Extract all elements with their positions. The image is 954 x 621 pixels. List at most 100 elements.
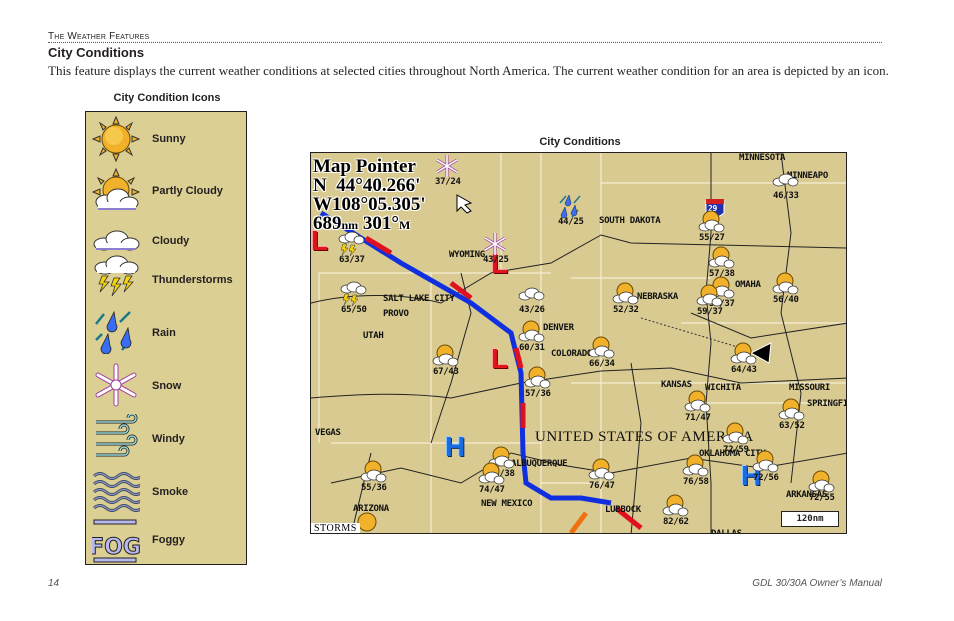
partly-cloudy-icon	[682, 454, 709, 477]
city-temperature: 72/59	[723, 445, 749, 455]
partly-cloudy-icon	[360, 460, 387, 483]
city-temperature: 56/40	[773, 295, 799, 305]
lat-prefix: N	[313, 175, 327, 196]
city-temperature: 55/36	[361, 483, 387, 493]
manual-title: GDL 30/30A Owner’s Manual	[752, 578, 882, 589]
city-temperature: 46/33	[773, 191, 799, 201]
cloudy-icon	[772, 173, 799, 187]
partly-cloudy-icon	[518, 320, 545, 343]
city-temperature: 43/25	[483, 255, 509, 265]
map-label: VEGAS	[315, 428, 341, 438]
city-temperature: 63/37	[339, 255, 365, 265]
partly-cloudy-icon	[612, 282, 639, 305]
header-rule	[48, 42, 882, 43]
partly-cloudy-icon	[778, 398, 805, 421]
partly-cloudy-icon	[696, 284, 723, 307]
legend-label: Rain	[152, 327, 176, 339]
city-temperature: 76/47	[589, 481, 615, 491]
map-label: NEW MEXICO	[481, 499, 533, 509]
legend-item-snow: Snow	[86, 360, 246, 412]
legend-item-partly-cloudy: Partly Cloudy	[86, 166, 246, 216]
legend-label: Sunny	[152, 133, 186, 145]
sunny-icon	[92, 116, 140, 162]
legend-label: Thunderstorms	[152, 274, 233, 286]
partly-cloudy-icon	[588, 336, 615, 359]
city-condition-icons-legend: Sunny Partly Cloudy Cloudy Thunderstorms…	[85, 111, 247, 565]
map-label: DENVER	[543, 323, 574, 333]
city-temperature: 82/62	[663, 517, 689, 527]
intro-paragraph: This feature displays the current weathe…	[48, 63, 889, 78]
partly-cloudy-icon	[808, 470, 835, 493]
stationary-front	[569, 511, 588, 533]
partly-cloudy-icon	[752, 450, 779, 473]
partly-cloudy-icon	[432, 344, 459, 367]
map-label: UTAH	[363, 331, 384, 341]
city-temperature: 72/56	[753, 473, 779, 483]
city-conditions-map[interactable]: 29 L L L H H MINNESOTA MINNEAPO SOUTH DA…	[310, 152, 847, 534]
longitude: 108°05.305'	[332, 194, 426, 215]
map-label: WYOMING	[449, 250, 485, 260]
page-number: 14	[48, 578, 60, 589]
map-label: LUBBOCK	[605, 505, 641, 515]
legend-item-smoke: Smoke	[86, 466, 246, 518]
partly-cloudy-icon	[772, 272, 799, 295]
distance-unit: nm	[341, 218, 359, 232]
partly-cloudy-icon	[92, 168, 140, 210]
legend-label: Cloudy	[152, 235, 190, 247]
legend-item-rain: Rain	[86, 306, 246, 360]
map-label: PROVO	[383, 309, 409, 319]
map-label: COLORADO	[551, 349, 592, 359]
city-temperature: 59/37	[697, 307, 723, 317]
partly-cloudy-icon	[588, 458, 615, 481]
distance: 689	[313, 213, 342, 234]
legend-label: Snow	[152, 380, 182, 392]
partly-cloudy-icon	[684, 390, 711, 413]
legend-label: Foggy	[152, 534, 185, 546]
thunderstorms-icon	[340, 281, 367, 307]
map-label: SALT LAKE CITY	[383, 294, 455, 304]
section-header: The Weather Features	[48, 31, 150, 42]
snow-icon	[484, 233, 506, 255]
city-temperature: 65/50	[341, 305, 367, 315]
partly-cloudy-icon	[708, 246, 735, 269]
map-scale: 120nm	[781, 511, 839, 527]
city-temperature: 71/47	[685, 413, 711, 423]
city-temperature: 43/26	[519, 305, 545, 315]
svg-text:FOG: FOG	[92, 535, 140, 560]
latitude: 44°40.266'	[336, 175, 421, 196]
city-temperature: 55/27	[699, 233, 725, 243]
map-caption: City Conditions	[539, 136, 621, 148]
storms-tag: STORMS	[311, 523, 360, 533]
map-pointer-panel: Map Pointer N 44°40.266' W108°05.305' 68…	[313, 157, 426, 235]
city-temperature: 63/52	[779, 421, 805, 431]
partly-cloudy-icon	[662, 494, 689, 517]
smoke-icon	[93, 472, 140, 512]
rain-icon	[95, 310, 132, 354]
partly-cloudy-icon	[730, 342, 757, 365]
legend-item-windy: Windy	[86, 412, 246, 466]
city-temperature: 52/32	[613, 305, 639, 315]
map-label: ALBUQUERQUE	[511, 459, 568, 469]
legend-item-foggy: FOG Foggy	[86, 516, 246, 564]
map-label: MISSOURI	[789, 383, 830, 393]
partly-cloudy-icon	[698, 210, 725, 233]
cloudy-icon	[518, 287, 545, 301]
map-label: NEBRASKA	[637, 292, 678, 302]
map-label: SOUTH DAKOTA	[599, 216, 661, 226]
snow-icon	[436, 155, 458, 177]
city-temperature: 76/58	[683, 477, 709, 487]
map-pointer-cursor	[456, 194, 473, 214]
thunderstorm-icon	[94, 255, 139, 297]
fog-icon: FOG	[92, 519, 140, 563]
city-temperature: 64/43	[731, 365, 757, 375]
map-label: SPRINGFIE	[807, 399, 846, 409]
bearing-unit: M	[399, 218, 411, 232]
partly-cloudy-icon	[478, 462, 505, 485]
city-temperature: 44/25	[558, 217, 584, 227]
map-label: DALLAS	[711, 529, 742, 534]
map-label: OMAHA	[735, 280, 761, 290]
legend-label: Partly Cloudy	[152, 185, 223, 197]
legend-item-thunderstorms: Thunderstorms	[86, 252, 246, 308]
city-temperature: 72/55	[809, 493, 835, 503]
low-pressure-icon: L	[491, 343, 509, 374]
